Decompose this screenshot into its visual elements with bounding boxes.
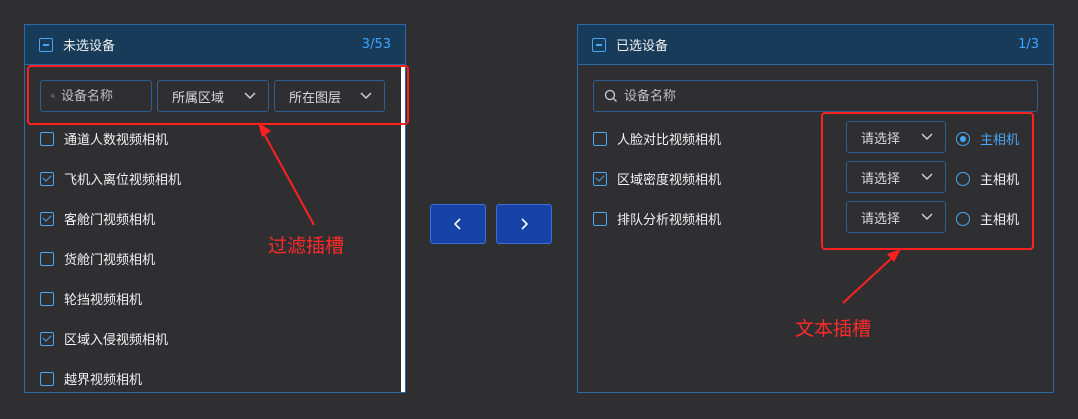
filter-slot-annotation: 过滤插槽 xyxy=(268,235,345,257)
text-slot-arrow xyxy=(842,254,896,304)
filter-slot-arrow xyxy=(261,129,315,226)
text-slot-annotation: 文本插槽 xyxy=(795,318,872,340)
annotation-arrows xyxy=(258,122,901,304)
filter-slot-arrowhead xyxy=(258,122,271,137)
